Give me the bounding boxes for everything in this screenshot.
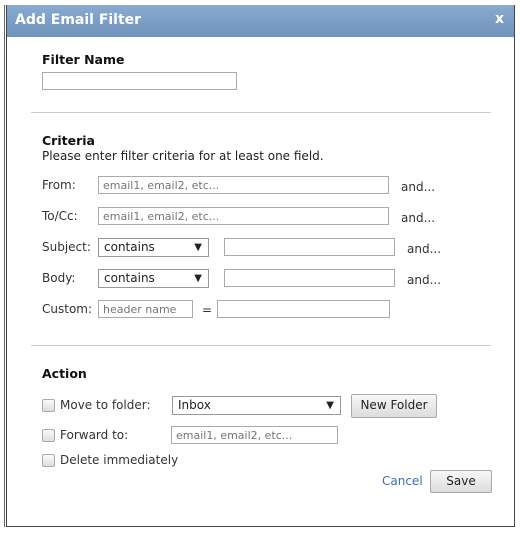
add-email-filter-dialog: Add Email Filter x Filter Name Criteria …	[6, 5, 515, 527]
from-and: and...	[401, 180, 436, 194]
subject-label: Subject:	[42, 240, 91, 254]
criteria-subtitle: Please enter filter criteria for at leas…	[42, 149, 324, 163]
tocc-input[interactable]	[98, 207, 389, 225]
from-input[interactable]	[98, 176, 389, 194]
subject-operator-select[interactable]: contains ▼	[98, 238, 209, 257]
custom-label: Custom:	[42, 302, 93, 316]
dropdown-arrow-icon: ▼	[194, 242, 202, 253]
move-to-folder-checkbox[interactable]	[42, 399, 55, 412]
filter-name-label: Filter Name	[42, 52, 125, 67]
cancel-link[interactable]: Cancel	[382, 474, 423, 488]
delete-immediately-checkbox[interactable]	[42, 454, 55, 467]
body-input[interactable]	[224, 269, 395, 287]
subject-input[interactable]	[224, 238, 395, 256]
criteria-heading: Criteria	[42, 133, 95, 148]
new-folder-button[interactable]: New Folder	[351, 394, 437, 418]
forward-to-label: Forward to:	[60, 428, 129, 442]
dialog-title: Add Email Filter	[15, 12, 142, 28]
subject-operator-value: contains	[104, 240, 155, 254]
dialog-title-bar: Add Email Filter x	[7, 5, 514, 37]
forward-to-input[interactable]	[171, 426, 338, 444]
folder-value: Inbox	[178, 398, 211, 412]
body-and: and...	[407, 273, 442, 287]
save-button[interactable]: Save	[430, 470, 492, 493]
filter-name-input[interactable]	[42, 72, 237, 90]
body-operator-value: contains	[104, 271, 155, 285]
move-to-folder-label: Move to folder:	[60, 398, 151, 412]
background-edge	[4, 5, 5, 527]
from-label: From:	[42, 178, 76, 192]
subject-and: and...	[407, 242, 442, 256]
delete-immediately-label: Delete immediately	[60, 453, 179, 467]
equals-sign: =	[202, 303, 213, 317]
body-label: Body:	[42, 271, 76, 285]
action-heading: Action	[42, 366, 87, 381]
body-operator-select[interactable]: contains ▼	[98, 269, 209, 288]
forward-to-checkbox[interactable]	[42, 429, 55, 442]
folder-select[interactable]: Inbox ▼	[172, 396, 341, 415]
tocc-label: To/Cc:	[42, 209, 78, 223]
divider	[31, 345, 491, 346]
dropdown-arrow-icon: ▼	[326, 400, 334, 411]
custom-value-input[interactable]	[217, 300, 390, 318]
close-icon[interactable]: x	[495, 11, 504, 27]
divider	[31, 112, 491, 113]
dropdown-arrow-icon: ▼	[194, 273, 202, 284]
custom-header-input[interactable]	[98, 300, 193, 318]
tocc-and: and...	[401, 211, 436, 225]
